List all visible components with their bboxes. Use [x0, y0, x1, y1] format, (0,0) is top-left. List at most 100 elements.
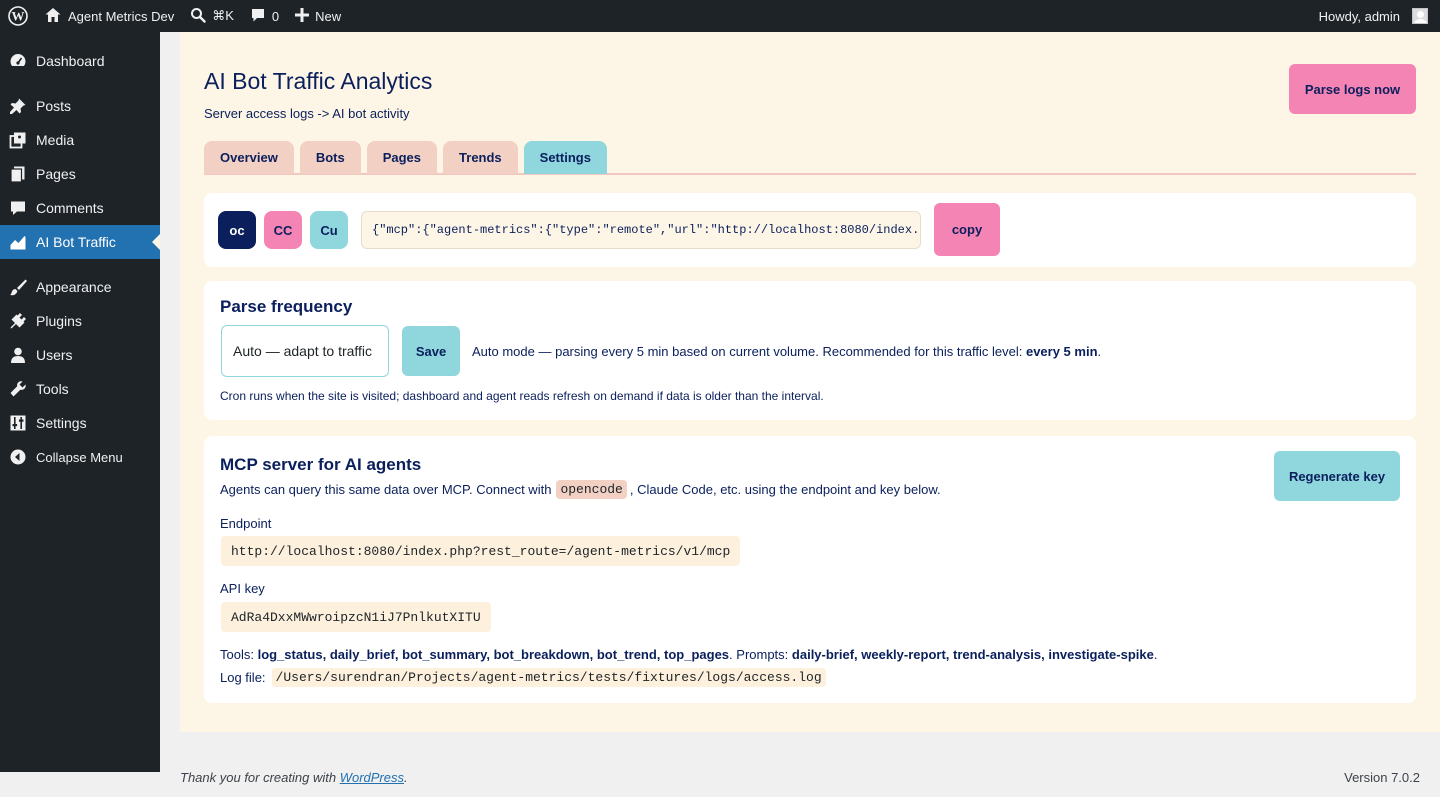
- mcp-heading: MCP server for AI agents: [220, 455, 422, 474]
- search-shortcut-label: ⌘K: [212, 8, 234, 23]
- auto-mode-period: .: [1097, 344, 1102, 359]
- parse-frequency-heading: Parse frequency: [220, 297, 353, 316]
- site-name: Agent Metrics Dev: [68, 8, 175, 24]
- user-icon: [9, 346, 27, 364]
- auto-mode-status: Auto mode — parsing every 5 min based on…: [472, 344, 1101, 359]
- page-title: AI Bot Traffic Analytics: [204, 68, 433, 94]
- howdy-greeting: Howdy, admin: [1318, 8, 1400, 24]
- comments-count: 0: [271, 8, 280, 24]
- sidebar-item-plugins[interactable]: Plugins: [0, 304, 160, 338]
- pin-icon: [9, 97, 27, 115]
- search-icon: [190, 7, 206, 26]
- comment-icon: [250, 7, 266, 26]
- regenerate-key-button[interactable]: Regenerate key: [1274, 451, 1400, 501]
- tab-pages[interactable]: Pages: [366, 141, 438, 174]
- tools-label: Tools:: [220, 647, 258, 662]
- search-shortcut[interactable]: ⌘K: [182, 0, 242, 32]
- sidebar-item-pages[interactable]: Pages: [0, 157, 160, 191]
- tools-list: Tools: log_status, daily_brief, bot_summ…: [220, 647, 1158, 662]
- home-icon: [44, 6, 62, 27]
- api-key-label: API key: [220, 581, 265, 596]
- mcp-description-text: Agents can query this same data over MCP…: [220, 482, 552, 497]
- client-badge-cursor[interactable]: Cu: [310, 211, 348, 249]
- sidebar-item-label: Plugins: [36, 313, 82, 329]
- collapse-icon: [9, 448, 27, 466]
- opencode-code: opencode: [556, 480, 627, 499]
- copy-button[interactable]: copy: [934, 203, 1000, 256]
- tab-bots[interactable]: Bots: [299, 141, 361, 174]
- mcp-description: Agents can query this same data over MCP…: [220, 480, 941, 499]
- prompts-end: .: [1153, 647, 1158, 662]
- wordpress-logo-icon[interactable]: W: [0, 0, 36, 32]
- footer-version: Version 7.0.2: [1344, 770, 1420, 785]
- prompts-label: . Prompts:: [729, 647, 792, 662]
- sidebar-item-label: Tools: [36, 381, 69, 397]
- sidebar-item-label: Pages: [36, 166, 76, 182]
- wrench-icon: [9, 380, 27, 398]
- sidebar-separator: [0, 259, 160, 270]
- sidebar-item-ai-bot-traffic[interactable]: AI Bot Traffic: [0, 225, 160, 259]
- new-label: New: [315, 8, 342, 24]
- plug-icon: [9, 312, 27, 330]
- chart-icon: [9, 233, 27, 251]
- sidebar-item-label: Appearance: [36, 279, 112, 295]
- account-menu[interactable]: Howdy, admin: [1311, 0, 1436, 32]
- footer-thanks-text: Thank you for creating with: [180, 770, 340, 785]
- sidebar-item-label: Media: [36, 132, 75, 148]
- comments-link[interactable]: 0: [242, 0, 287, 32]
- prompts-names: daily-brief, weekly-report, trend-analys…: [791, 647, 1154, 662]
- main-content: AI Bot Traffic Analytics Server access l…: [180, 32, 1440, 732]
- page-subtitle: Server access logs -> AI bot activity: [204, 106, 410, 121]
- recommended-interval: every 5 min: [1025, 344, 1098, 359]
- log-file-line: Log file: /Users/surendran/Projects/agen…: [220, 668, 826, 687]
- comment-icon: [9, 199, 27, 217]
- tab-overview[interactable]: Overview: [204, 141, 294, 174]
- sidebar-item-dashboard[interactable]: Dashboard: [0, 44, 160, 78]
- sidebar-item-label: Users: [36, 347, 73, 363]
- cron-note: Cron runs when the site is visited; dash…: [220, 389, 824, 403]
- save-button[interactable]: Save: [402, 326, 460, 376]
- admin-bar: W Agent Metrics Dev ⌘K 0 New Howdy, admi…: [0, 0, 1440, 32]
- sidebar-separator: [0, 78, 160, 89]
- footer-thanks: Thank you for creating with WordPress.: [180, 770, 408, 785]
- sidebar-item-media[interactable]: Media: [0, 123, 160, 157]
- media-icon: [9, 131, 27, 149]
- collapse-menu-button[interactable]: Collapse Menu: [0, 440, 160, 474]
- tools-names: log_status, daily_brief, bot_summary, bo…: [257, 647, 730, 662]
- sidebar-item-comments[interactable]: Comments: [0, 191, 160, 225]
- frequency-select[interactable]: Auto — adapt to traffic: [221, 325, 389, 377]
- plus-icon: [295, 7, 310, 25]
- sidebar-item-tools[interactable]: Tools: [0, 372, 160, 406]
- sidebar-item-label: AI Bot Traffic: [36, 234, 116, 250]
- sidebar-item-posts[interactable]: Posts: [0, 89, 160, 123]
- tab-settings[interactable]: Settings: [523, 141, 607, 174]
- auto-mode-text: Auto mode — parsing every 5 min based on…: [472, 344, 1026, 359]
- log-file-label: Log file:: [220, 670, 266, 685]
- parse-logs-button[interactable]: Parse logs now: [1289, 64, 1416, 114]
- endpoint-value[interactable]: http://localhost:8080/index.php?rest_rou…: [221, 536, 741, 566]
- pages-icon: [9, 165, 27, 183]
- sidebar-item-settings[interactable]: Settings: [0, 406, 160, 440]
- sidebar-item-label: Dashboard: [36, 53, 105, 69]
- new-content-link[interactable]: New: [287, 0, 349, 32]
- tab-trends[interactable]: Trends: [443, 141, 518, 174]
- wordpress-link[interactable]: WordPress: [340, 770, 404, 785]
- api-key-value[interactable]: AdRa4DxxMWwroipzcN1iJ7PnlkutXITU: [221, 602, 491, 632]
- client-config-card: oc CC Cu {"mcp":{"agent-metrics":{"type"…: [204, 193, 1416, 267]
- log-file-path: /Users/surendran/Projects/agent-metrics/…: [271, 668, 826, 687]
- sidebar-item-users[interactable]: Users: [0, 338, 160, 372]
- brush-icon: [9, 278, 27, 296]
- config-snippet-field[interactable]: {"mcp":{"agent-metrics":{"type":"remote"…: [361, 211, 921, 249]
- tab-bar: Overview Bots Pages Trends Settings: [204, 141, 1416, 175]
- sidebar-item-label: Posts: [36, 98, 72, 114]
- footer-thanks-suffix: .: [404, 770, 408, 785]
- mcp-description-text-end: , Claude Code, etc. using the endpoint a…: [629, 482, 941, 497]
- sidebar-item-label: Comments: [36, 200, 104, 216]
- site-name-link[interactable]: Agent Metrics Dev: [36, 0, 182, 32]
- sidebar-item-appearance[interactable]: Appearance: [0, 270, 160, 304]
- mcp-server-card: MCP server for AI agents Regenerate key …: [204, 436, 1416, 703]
- client-badge-claude-code[interactable]: CC: [264, 211, 302, 249]
- client-badge-opencode[interactable]: oc: [218, 211, 256, 249]
- sliders-icon: [9, 414, 27, 432]
- dashboard-icon: [9, 52, 27, 70]
